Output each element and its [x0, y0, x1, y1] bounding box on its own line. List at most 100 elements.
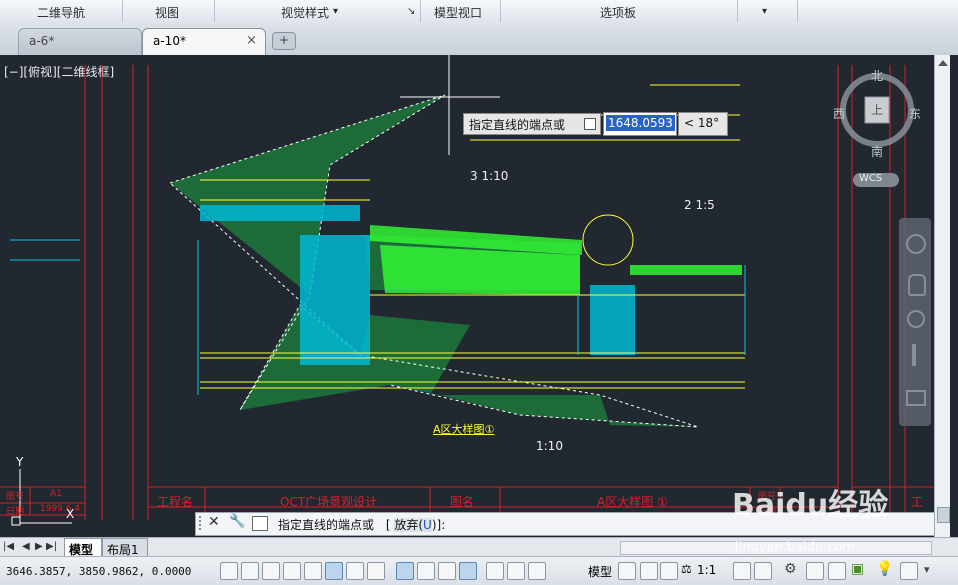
command-option-key[interactable]: U	[423, 518, 432, 532]
grass-hatch	[370, 225, 742, 295]
file-tab-bar: a-6* a-10* × +	[0, 22, 958, 56]
file-tab-a6[interactable]: a-6*	[18, 28, 142, 56]
canvas-edge	[950, 55, 958, 537]
layout-nav-last-icon[interactable]: ▶|	[46, 541, 57, 552]
infer-constraints-icon[interactable]	[220, 562, 238, 580]
file-tab-a10[interactable]: a-10* ×	[142, 28, 266, 56]
visual-styles-dropdown-icon[interactable]: ▾	[333, 6, 338, 17]
plus-icon: +	[279, 33, 290, 47]
hardware-acceleration-icon[interactable]: ▣	[851, 561, 864, 577]
layout1-tab[interactable]: 布局1	[102, 538, 148, 558]
title-block-left-1: 图号	[6, 492, 25, 502]
ribbon-panel-visual-styles[interactable]: 视觉样式	[281, 4, 329, 21]
isolate-objects-icon[interactable]	[828, 562, 846, 580]
lightbulb-icon[interactable]: 💡	[876, 561, 893, 577]
detail-title-label: A区大样图①	[433, 423, 495, 436]
clean-screen-icon[interactable]	[900, 562, 918, 580]
quick-properties-icon[interactable]	[486, 562, 504, 580]
annotation-visibility-icon[interactable]	[733, 562, 751, 580]
length-input-field[interactable]: 1648.0593	[603, 112, 677, 136]
command-prompt-text: 指定直线的端点或 [ 放弃(U)]:	[278, 516, 445, 533]
angle-input-field[interactable]: < 18°	[678, 112, 728, 136]
transparency-icon[interactable]	[459, 562, 477, 580]
status-bar: 3646.3857, 3850.9862, 0.0000 模型 ⚖ 1:1 ⚙ …	[0, 556, 958, 585]
new-tab-button[interactable]: +	[272, 32, 296, 50]
length-value: 1648.0593	[606, 115, 675, 131]
ortho-mode-icon[interactable]	[283, 562, 301, 580]
scroll-thumb[interactable]	[937, 507, 950, 523]
dynamic-input-prompt: 指定直线的端点或	[463, 113, 601, 135]
command-option-undo[interactable]: 放弃(	[394, 518, 424, 532]
status-menu-icon[interactable]: ▾	[924, 563, 930, 576]
scale-label-1: 3 1:10	[470, 169, 509, 183]
model-space-button[interactable]: 模型	[588, 563, 612, 580]
steering-wheel-icon[interactable]	[906, 234, 926, 254]
grid-display-icon[interactable]	[262, 562, 280, 580]
quick-view-layouts-icon[interactable]	[618, 562, 636, 580]
3d-object-snap-icon[interactable]	[346, 562, 364, 580]
annotation-scale-value[interactable]: 1:1	[697, 563, 716, 577]
wcs-label: WCS	[859, 173, 883, 184]
ribbon-panel-model-viewports[interactable]: 模型视口	[434, 4, 482, 21]
zoom-icon[interactable]	[907, 310, 925, 328]
panel-expand-icon[interactable]: ↘	[407, 6, 415, 17]
annotation-scale-icon[interactable]: ⚖	[681, 562, 692, 576]
layout-nav-prev-icon[interactable]: ◀	[22, 541, 30, 552]
dynamic-prompt-text: 指定直线的端点或	[469, 118, 566, 132]
vertical-scrollbar[interactable]	[934, 55, 951, 537]
wcs-menu-button[interactable]: WCS	[853, 173, 899, 187]
baidu-watermark-url: jingyan.baidu.com	[735, 540, 855, 555]
ucs-y-label: Y	[16, 455, 24, 469]
ribbon-panel-palettes[interactable]: 选项板	[600, 4, 636, 21]
viewcube-east[interactable]: 东	[909, 105, 921, 122]
prompt-options-icon[interactable]	[584, 118, 596, 130]
showmotion-icon[interactable]	[906, 390, 926, 406]
model-tab[interactable]: 模型	[64, 538, 102, 558]
ribbon-more-icon[interactable]: ▾	[762, 6, 767, 17]
command-option-tail: )]:	[431, 518, 446, 532]
ribbon-panel-bar: 二维导航 视图 视觉样式 ▾ ↘ 模型视口 选项板 ▾	[0, 0, 958, 23]
command-prompt: 指定直线的端点或	[278, 518, 375, 532]
title-block-project-label: 工程名	[157, 495, 194, 509]
selection-cycling-icon[interactable]	[507, 562, 525, 580]
ribbon-separator	[122, 0, 123, 22]
layout-nav-next-icon[interactable]: ▶	[35, 541, 43, 552]
quick-view-drawings-icon[interactable]	[640, 562, 658, 580]
workspace-gear-icon[interactable]: ⚙	[784, 561, 797, 577]
polar-tracking-icon[interactable]	[304, 562, 322, 580]
title-block-left-3: 日期	[6, 507, 25, 517]
close-command-line-icon[interactable]: ✕	[208, 514, 220, 530]
scroll-up-arrow-icon[interactable]	[938, 60, 948, 66]
viewcube-south[interactable]: 南	[871, 143, 883, 160]
lineweight-icon[interactable]	[438, 562, 456, 580]
viewcube-top-face[interactable]: 上	[871, 101, 883, 118]
drawing-canvas[interactable]: [−][俯视][二维线框] 3 1:10 2 1:5 1:10 A区大样图① 工…	[0, 55, 934, 537]
title-block-project-name: OCT广场景观设计	[280, 495, 378, 509]
command-history-icon[interactable]	[252, 516, 268, 531]
ribbon-panel-view[interactable]: 视图	[155, 4, 179, 21]
ribbon-separator	[797, 0, 798, 22]
lock-ui-icon[interactable]	[806, 562, 824, 580]
dynamic-ucs-icon[interactable]	[396, 562, 414, 580]
dynamic-input-icon[interactable]	[417, 562, 435, 580]
command-grip-icon[interactable]	[199, 516, 205, 530]
pan-icon[interactable]	[908, 274, 926, 296]
close-tab-icon[interactable]: ×	[246, 33, 257, 48]
layout-nav-first-icon[interactable]: |◀	[3, 541, 14, 552]
command-option-bracket: [	[385, 518, 391, 532]
object-snap-icon[interactable]	[325, 562, 343, 580]
ribbon-panel-2d-navigation[interactable]: 二维导航	[37, 4, 85, 21]
viewcube-north[interactable]: 北	[871, 67, 883, 84]
object-snap-tracking-icon[interactable]	[367, 562, 385, 580]
annotation-monitor-icon[interactable]	[528, 562, 546, 580]
auto-scale-icon[interactable]	[754, 562, 772, 580]
snap-mode-icon[interactable]	[241, 562, 259, 580]
maximize-viewport-icon[interactable]	[660, 562, 678, 580]
viewcube-west[interactable]: 西	[833, 105, 845, 122]
customize-wrench-icon[interactable]: 🔧	[229, 514, 245, 529]
title-block-left-2: A1	[50, 489, 62, 499]
orbit-icon[interactable]	[912, 344, 916, 366]
angle-value: < 18°	[684, 116, 720, 130]
title-block-drawing-name: A区大样图 ①	[597, 495, 668, 509]
cursor-coordinates[interactable]: 3646.3857, 3850.9862, 0.0000	[6, 565, 191, 578]
